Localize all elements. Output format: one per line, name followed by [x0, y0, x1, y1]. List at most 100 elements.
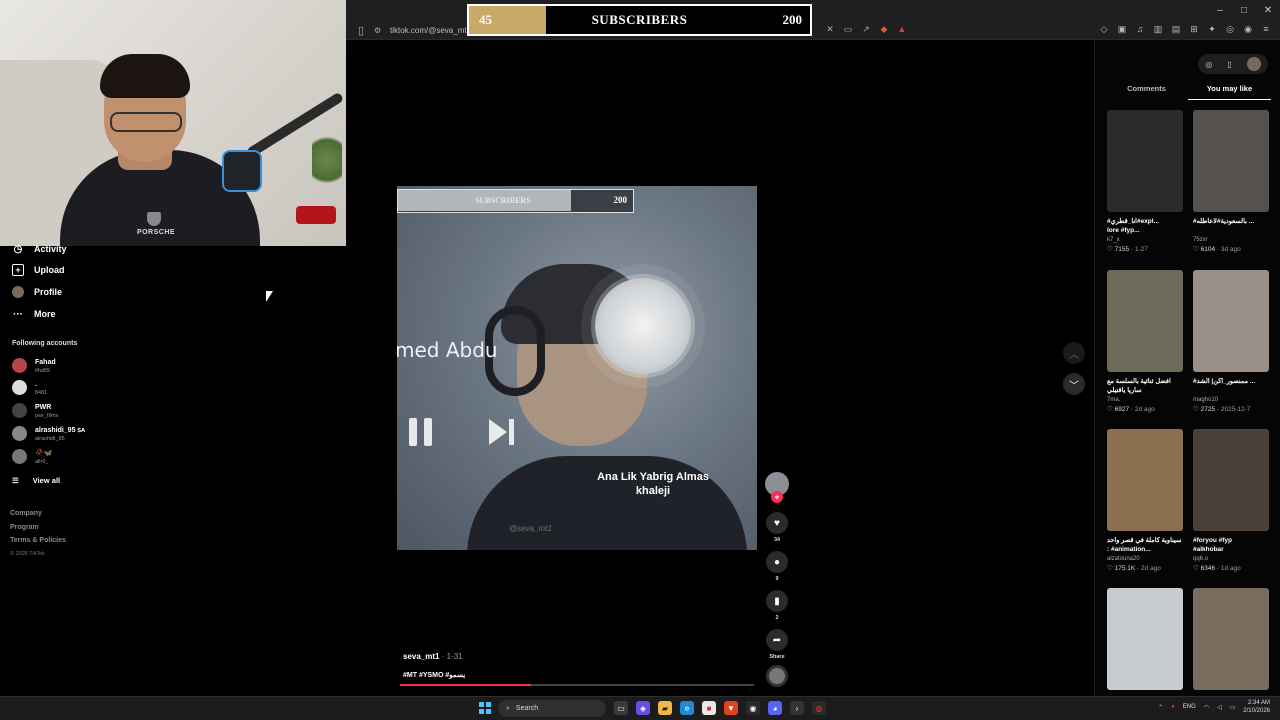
edge-icon[interactable]: e: [680, 701, 694, 715]
extensions-bar: ◇ ▣ ♫ ▥ ▤ ⊞ ✦ ◎ ◉ ≡: [1098, 23, 1272, 35]
share-button[interactable]: ➦ Share: [765, 629, 789, 660]
site-settings-icon[interactable]: ⚙: [374, 26, 386, 35]
recommendation-card[interactable]: #انا_قطري#expl... lore #fyp... k7_x ♡ 7155 …: [1107, 110, 1183, 253]
brave-icon[interactable]: ▼: [724, 701, 738, 715]
sidebar-item-activity[interactable]: ◷ Activity: [12, 243, 67, 255]
menu-icon[interactable]: ≡: [1260, 23, 1272, 35]
next-icon[interactable]: [485, 416, 517, 448]
wifi-icon[interactable]: ◠: [1204, 704, 1209, 711]
rewards-icon[interactable]: ▲: [896, 23, 908, 35]
recommendation-card[interactable]: #foryou #fyp #alkhobar qq6.o ♡ 6346 · 1d ag…: [1193, 429, 1269, 572]
phone-icon[interactable]: ▯: [1227, 60, 1231, 69]
wallet-icon[interactable]: ▤: [1170, 23, 1182, 35]
profile-icon[interactable]: ◉: [1242, 23, 1254, 35]
card-thumbnail[interactable]: [1193, 429, 1269, 531]
like-button[interactable]: ♥ 34: [765, 512, 789, 543]
mute-icon[interactable]: ✕: [824, 23, 836, 35]
lang-indicator[interactable]: ENG: [1183, 704, 1196, 710]
shield-icon[interactable]: ◆: [878, 23, 890, 35]
footer-link-terms[interactable]: Terms & Policies: [10, 534, 66, 548]
recommendation-card[interactable]: [1107, 588, 1183, 690]
view-all-label: View all: [32, 476, 61, 485]
taskbar-search[interactable]: ⌕ Search: [498, 700, 606, 717]
clock[interactable]: 2:34 AM 2/10/2026: [1243, 699, 1270, 715]
tab-you-may-like[interactable]: You may like: [1188, 82, 1271, 100]
copilot-icon[interactable]: ◈: [636, 701, 650, 715]
chevron-up-tray-icon[interactable]: ⌃: [1158, 704, 1163, 711]
clock-time: 2:34 AM: [1247, 700, 1270, 706]
share-page-icon[interactable]: ↗: [860, 23, 872, 35]
volume-icon[interactable]: ◁: [1217, 704, 1222, 711]
store-icon[interactable]: ■: [702, 701, 716, 715]
video-author[interactable]: seva_mt1 · 1-31: [403, 652, 463, 661]
card-thumbnail[interactable]: [1193, 588, 1269, 690]
close-window-button[interactable]: ✕: [1256, 0, 1280, 20]
card-thumbnail[interactable]: [1107, 110, 1183, 212]
card-username[interactable]: qq6.o: [1193, 556, 1269, 562]
mic-icon[interactable]: ●: [1171, 704, 1175, 710]
compass-icon[interactable]: ◎: [1205, 60, 1212, 69]
bookmark-icon[interactable]: ▯: [354, 23, 368, 37]
user-avatar[interactable]: [1246, 57, 1261, 71]
heart-outline-icon: ♡: [1107, 246, 1115, 253]
sidebar-item-more[interactable]: ··· More: [12, 308, 56, 320]
tab-comments[interactable]: Comments: [1105, 82, 1188, 100]
following-account[interactable]: 🥀🦋 allr9_: [12, 449, 52, 466]
sidebar-item-label: Upload: [34, 265, 65, 275]
card-thumbnail[interactable]: [1107, 270, 1183, 372]
discord-icon[interactable]: ◕: [768, 701, 782, 715]
save-button[interactable]: ▮ 2: [765, 590, 789, 621]
media-icon[interactable]: ♫: [1134, 23, 1146, 35]
battery-icon[interactable]: ▭: [1230, 704, 1236, 711]
music-disc-icon[interactable]: [766, 665, 788, 687]
recommendation-card[interactable]: #ممنصور_اكن| الشد ... magho10 ♡ 2725 · 202…: [1193, 270, 1269, 413]
recommendation-card[interactable]: سيناوية كاملة في قصر واحد: #animation...…: [1107, 429, 1183, 572]
comment-button[interactable]: ● 9: [765, 551, 789, 582]
card-username[interactable]: alzatouna20: [1107, 556, 1183, 562]
footer-link-company[interactable]: Company: [10, 507, 66, 521]
task-view-icon[interactable]: ▭: [614, 701, 628, 715]
following-account[interactable]: alrashidi_95 ꜱᴀ alrashidi_95: [12, 426, 85, 443]
file-explorer-icon[interactable]: ▰: [658, 701, 672, 715]
card-title: افضل ثنائية بالسلسة مع ساريا ياقتيلي: [1107, 377, 1183, 395]
search-label: Search: [515, 705, 539, 712]
video-player[interactable]: SUBSCRIBERS 200 med Abdu Ana Lik Yabrig …: [397, 186, 757, 550]
recommendation-card[interactable]: افضل ثنائية بالسلسة مع ساريا ياقتيلي 7ma. ♡…: [1107, 270, 1183, 413]
card-thumbnail[interactable]: [1107, 588, 1183, 690]
video-hashtags[interactable]: #MT #YSMO #يسمو: [403, 671, 465, 679]
minimize-button[interactable]: –: [1208, 0, 1232, 20]
card-username[interactable]: 75zxr: [1193, 237, 1269, 243]
following-account[interactable]: . 8481: [12, 380, 47, 397]
card-username[interactable]: magho10: [1193, 397, 1269, 403]
card-username[interactable]: k7_x: [1107, 237, 1183, 243]
card-thumbnail[interactable]: [1193, 110, 1269, 212]
sidebar-icon[interactable]: ▥: [1152, 23, 1164, 35]
follow-plus-icon[interactable]: +: [771, 491, 783, 503]
sidebar-item-upload[interactable]: + Upload: [12, 264, 65, 276]
cast-icon[interactable]: ▭: [842, 23, 854, 35]
vpn-icon[interactable]: ◎: [1224, 23, 1236, 35]
leo-icon[interactable]: ✦: [1206, 23, 1218, 35]
recommendation-card[interactable]: #بالسعودية#لاعاطله ... 75zxr ♡ 6104 · 3d a…: [1193, 110, 1269, 253]
card-thumbnail[interactable]: [1107, 429, 1183, 531]
video-progress-bar[interactable]: [400, 684, 754, 686]
windows-start-icon[interactable]: [479, 702, 491, 714]
footer-link-program[interactable]: Program: [10, 521, 66, 535]
tab-search-icon[interactable]: ⊞: [1188, 23, 1200, 35]
downloads-icon[interactable]: ▣: [1116, 23, 1128, 35]
recommendation-card[interactable]: [1193, 588, 1269, 690]
terminal-icon[interactable]: ›: [790, 701, 804, 715]
obs-icon[interactable]: ◉: [746, 701, 760, 715]
previous-video-button[interactable]: ︿: [1063, 342, 1085, 364]
chrome-icon[interactable]: ◍: [812, 701, 826, 715]
following-account[interactable]: Fahad ifhd89: [12, 358, 56, 375]
card-thumbnail[interactable]: [1193, 270, 1269, 372]
card-username[interactable]: 7ma.: [1107, 397, 1183, 403]
sidebar-item-profile[interactable]: Profile: [12, 286, 62, 298]
maximize-button[interactable]: □: [1232, 0, 1256, 20]
view-all-button[interactable]: ☰ View all: [12, 476, 60, 485]
following-account[interactable]: PWR pwr_films: [12, 403, 58, 420]
extension-icon[interactable]: ◇: [1098, 23, 1110, 35]
pause-icon[interactable]: [409, 418, 432, 446]
next-video-button[interactable]: ﹀: [1063, 373, 1085, 395]
